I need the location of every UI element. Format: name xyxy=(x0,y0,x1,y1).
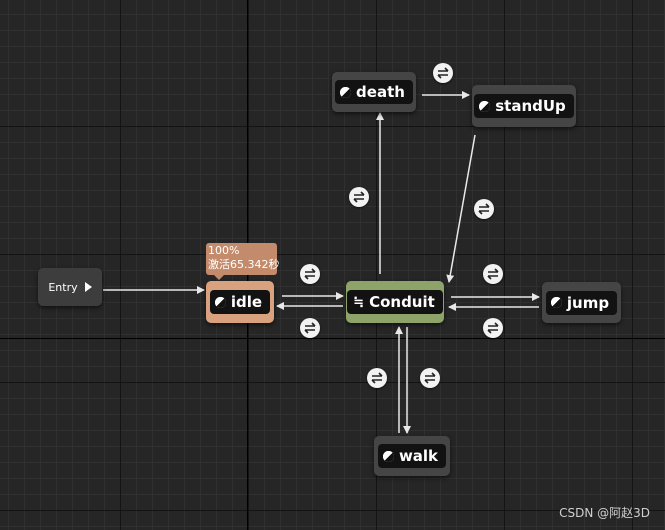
transition-rule-icon-conduit-jump[interactable] xyxy=(483,264,503,284)
state-node-walk[interactable]: walk xyxy=(374,436,450,476)
state-title-death: death xyxy=(335,80,413,104)
state-label-jump: jump xyxy=(566,293,610,312)
state-title-standup: standUp xyxy=(474,94,574,118)
state-icon xyxy=(382,450,394,462)
conduit-node[interactable]: ≒ Conduit xyxy=(346,281,444,323)
state-node-death[interactable]: death xyxy=(332,72,416,112)
state-icon xyxy=(214,296,226,308)
state-node-idle[interactable]: idle xyxy=(206,281,274,323)
state-label-walk: walk xyxy=(398,447,439,465)
state-icon xyxy=(340,86,352,98)
state-node-standup[interactable]: standUp xyxy=(472,85,576,127)
state-icon xyxy=(550,297,562,308)
entry-label: Entry xyxy=(48,280,78,294)
state-label-death: death xyxy=(356,83,405,101)
transition-rule-icon-conduit-death[interactable] xyxy=(349,187,369,207)
transition-rule-icon-jump-conduit[interactable] xyxy=(483,318,503,338)
transition-rule-icon-death-standup[interactable] xyxy=(433,63,453,83)
idle-tooltip-weight: 100% xyxy=(208,244,240,257)
transition-rule-icon-conduit-walk[interactable] xyxy=(420,368,440,388)
idle-tooltip: 100% 激活65.342秒 xyxy=(206,243,280,280)
idle-tooltip-active-time: 激活65.342秒 xyxy=(208,258,280,271)
entry-node[interactable]: Entry xyxy=(38,268,102,306)
state-node-jump[interactable]: jump xyxy=(542,282,621,323)
wire-standup-to-conduit xyxy=(446,134,476,283)
transition-rule-icon-idle-conduit[interactable] xyxy=(300,264,320,284)
transition-rule-icon-standup-conduit[interactable] xyxy=(474,199,494,219)
state-label-idle: idle xyxy=(230,293,263,311)
state-title-walk: walk xyxy=(377,444,447,468)
state-icon xyxy=(479,100,491,112)
entry-output-icon[interactable] xyxy=(84,282,92,292)
state-title-idle: idle xyxy=(209,290,271,314)
conduit-title: ≒ Conduit xyxy=(347,290,443,314)
transition-rule-icon-walk-conduit[interactable] xyxy=(367,368,387,388)
conduit-icon: ≒ xyxy=(353,294,365,310)
graph-canvas[interactable]: Entry 100% 激活65.342秒 idle ≒ Conduit deat… xyxy=(0,0,665,530)
state-title-jump: jump xyxy=(545,290,618,315)
watermark: CSDN @阿赵3D xyxy=(559,506,650,520)
conduit-label: Conduit xyxy=(369,293,435,311)
state-label-standup: standUp xyxy=(495,97,566,115)
transition-rule-icon-conduit-idle[interactable] xyxy=(300,318,320,338)
